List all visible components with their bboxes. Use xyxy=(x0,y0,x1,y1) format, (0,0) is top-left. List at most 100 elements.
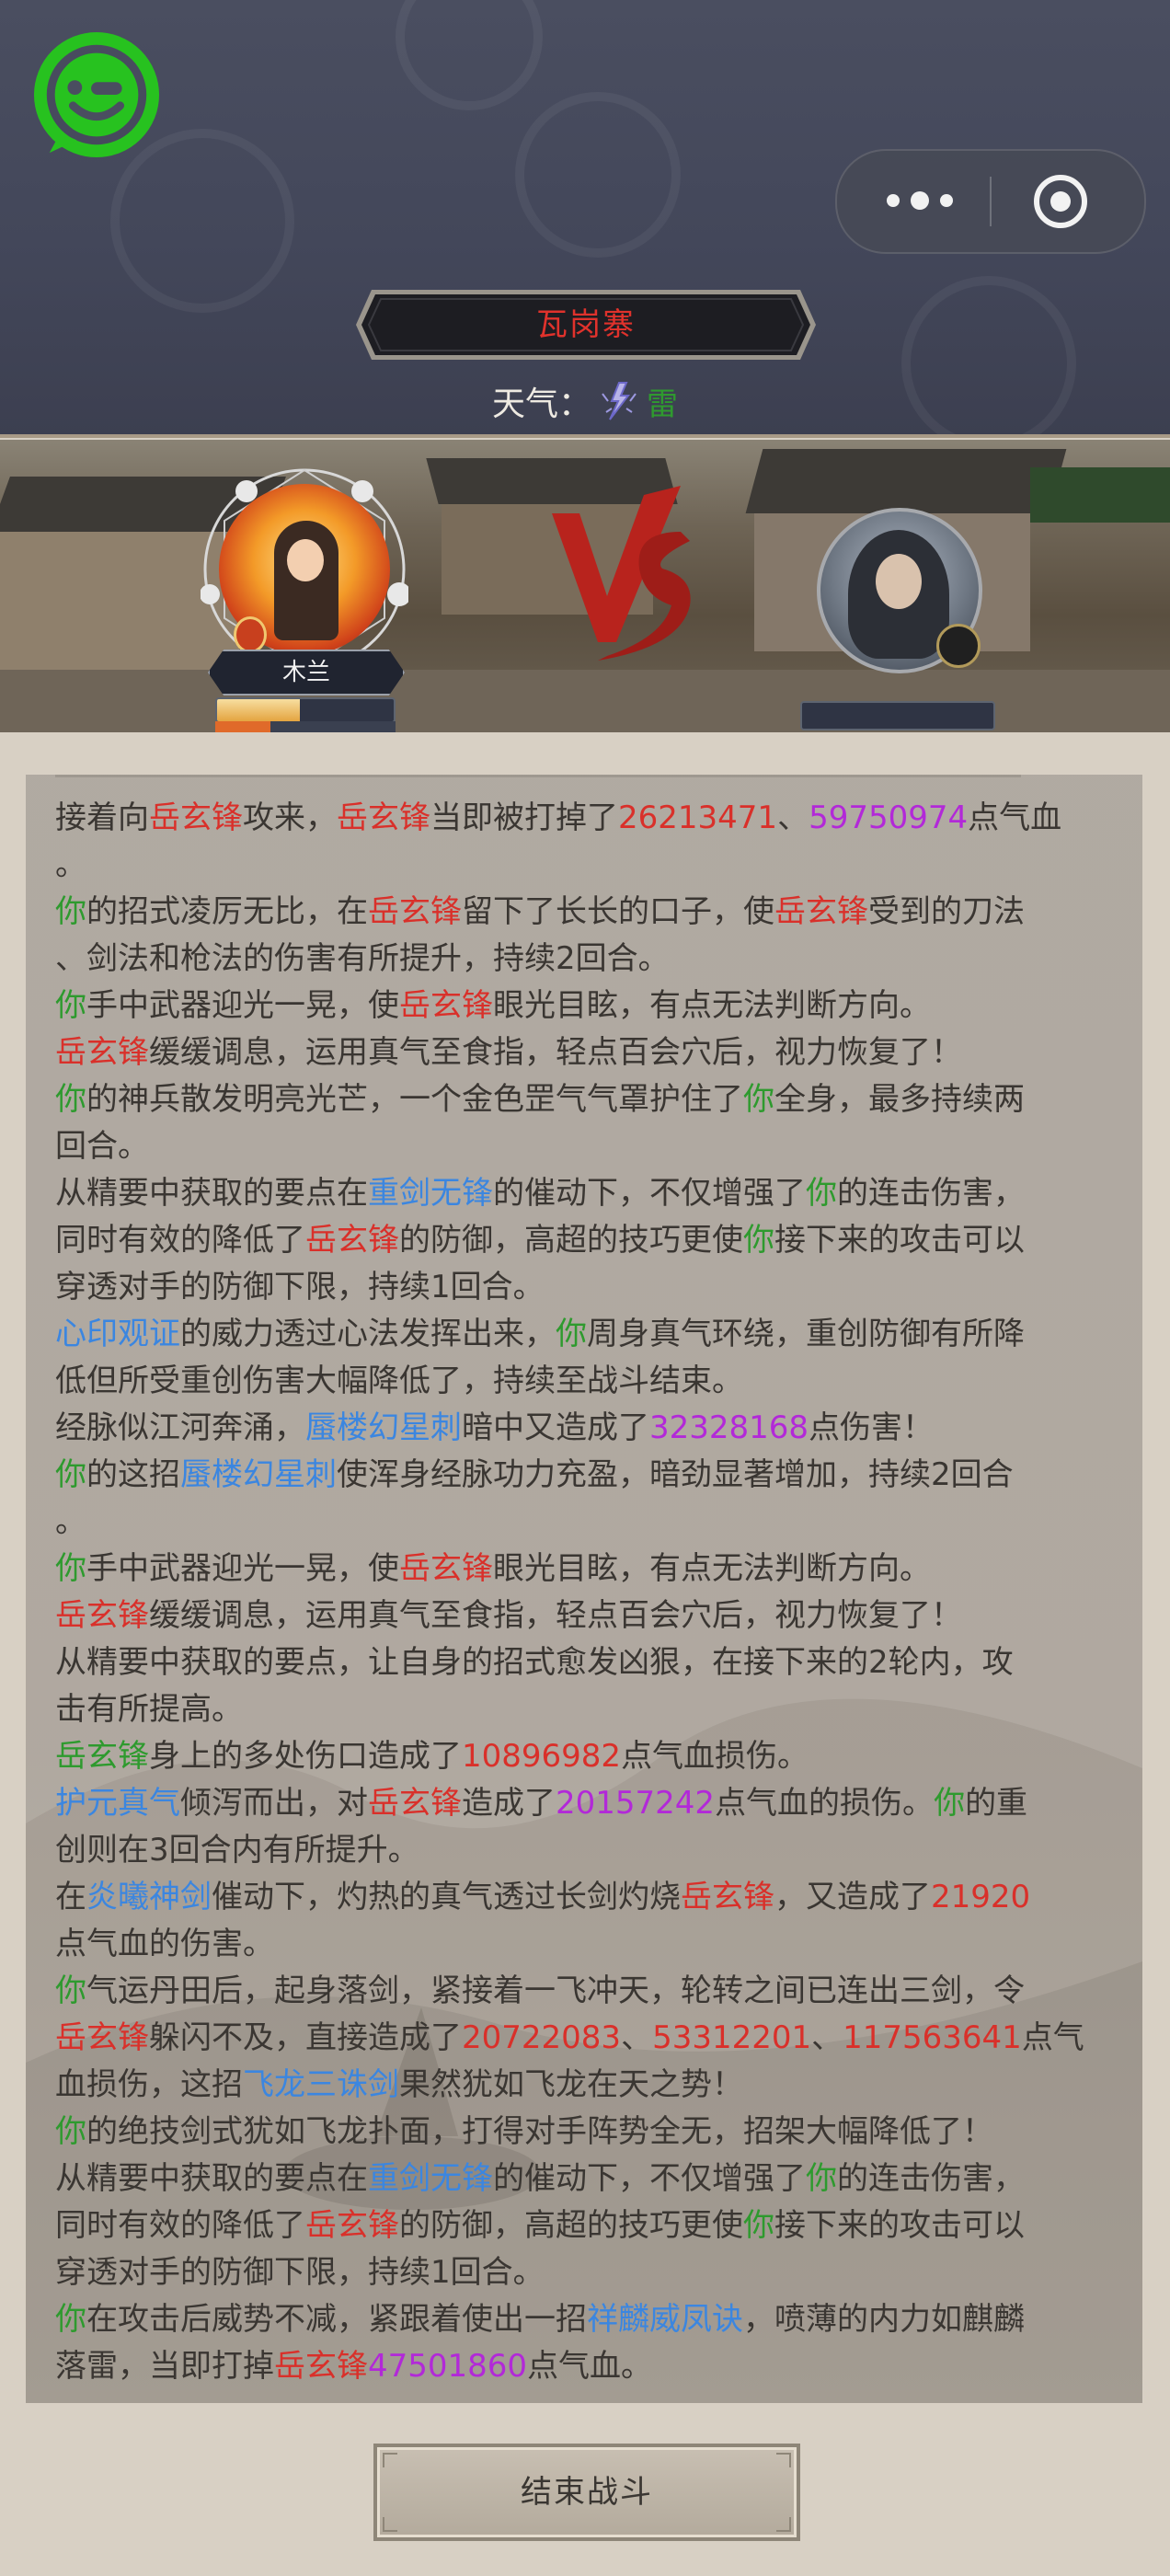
log-segment: 低但所受重创伤害大幅降低了，持续至战斗结束。 xyxy=(55,1363,743,1399)
log-line: 同时有效的降低了岳玄锋的防御，高超的技巧更使你接下来的攻击可以 xyxy=(55,1217,1113,1264)
log-segment: 炎曦神剑 xyxy=(86,1879,212,1915)
log-segment: 重剑无锋 xyxy=(368,2160,493,2197)
log-segment: 的催动下，不仅增强了 xyxy=(493,2160,806,2197)
battle-log-panel[interactable]: 接着向岳玄锋攻来，岳玄锋当即被打掉了26213471、59750974点气血。你… xyxy=(26,775,1142,2403)
cloud-pattern xyxy=(515,92,681,258)
log-segment: 的这招 xyxy=(86,1456,180,1493)
log-line: 岳玄锋身上的多处伤口造成了10896982点气血损伤。 xyxy=(55,1733,1113,1780)
log-segment: 点气血的损伤。 xyxy=(715,1785,935,1822)
log-segment: 从精要中获取的要点在 xyxy=(55,2160,368,2197)
log-line: 你手中武器迎光一晃，使岳玄锋眼光目眩，有点无法判断方向。 xyxy=(55,983,1113,1029)
cloud-pattern xyxy=(396,0,543,110)
weather-value: 雷 xyxy=(647,385,678,423)
target-close-icon[interactable] xyxy=(1030,171,1091,232)
location-name: 瓦岗寨 xyxy=(536,306,636,343)
log-line: 同时有效的降低了岳玄锋的防御，高超的技巧更使你接下来的攻击可以 xyxy=(55,2202,1113,2249)
log-segment: 岳玄锋 xyxy=(368,1785,462,1822)
log-line: 护元真气倾泻而出，对岳玄锋造成了20157242点气血的损伤。你的重 xyxy=(55,1780,1113,1827)
log-line: 在炎曦神剑催动下，灼热的真气透过长剑灼烧岳玄锋，又造成了21920 xyxy=(55,1874,1113,1921)
log-line: 接着向岳玄锋攻来，岳玄锋当即被打掉了26213471、59750974点气血 xyxy=(55,795,1113,842)
log-segment: 的防御，高超的技巧更使 xyxy=(399,2207,743,2244)
more-dots-icon[interactable] xyxy=(874,178,966,224)
log-segment: 在 xyxy=(55,1879,86,1915)
log-segment: 的防御，高超的技巧更使 xyxy=(399,1222,743,1259)
log-segment: 点气血的伤害。 xyxy=(55,1926,274,1962)
log-line: 你的绝技剑式犹如飞龙扑面，打得对手阵势全无，招架大幅降低了！ xyxy=(55,2109,1113,2156)
log-segment: 接下来的攻击可以 xyxy=(774,2207,1025,2244)
log-segment: 从精要中获取的要点，让自身的招式愈发凶狠，在接下来的2轮内，攻 xyxy=(55,1644,1014,1681)
log-segment: 血损伤，这招 xyxy=(55,2066,243,2103)
log-segment: 117563641 xyxy=(843,2019,1022,2056)
end-battle-button[interactable]: 结束战斗 xyxy=(373,2444,800,2541)
header-divider xyxy=(0,434,1170,438)
log-segment: 的招式凌厉无比，在 xyxy=(86,893,368,930)
log-segment: 的连击伤害， xyxy=(837,2160,1025,2197)
log-segment: 造成了 xyxy=(462,1785,556,1822)
enemy-face xyxy=(876,554,922,609)
log-segment: 你 xyxy=(806,2160,837,2197)
log-segment: 眼光目眩，有点无法判断方向。 xyxy=(493,987,931,1024)
log-segment: 、 xyxy=(621,2019,653,2056)
log-segment: 躲闪不及，直接造成了 xyxy=(149,2019,462,2056)
log-segment: 点气血。 xyxy=(527,2348,653,2385)
partial-top-line-fill xyxy=(55,775,1021,777)
log-segment: 岳玄锋 xyxy=(55,1034,149,1071)
log-segment: 。 xyxy=(55,846,86,883)
log-segment: 留下了长长的口子，使 xyxy=(462,893,774,930)
player-name: 木兰 xyxy=(281,659,330,686)
log-line: 岳玄锋缓缓调息，运用真气至食指，轻点百会穴后，视力恢复了！ xyxy=(55,1593,1113,1639)
log-segment: 岳玄锋 xyxy=(399,987,493,1024)
end-battle-label: 结束战斗 xyxy=(521,2474,653,2511)
log-segment: 穿透对手的防御下限，持续1回合。 xyxy=(55,1269,545,1305)
log-line: 你的这招蜃楼幻星刺使浑身经脉功力充盈，暗劲显著增加，持续2回合 xyxy=(55,1452,1113,1499)
log-segment: 你 xyxy=(55,1972,86,2009)
log-segment: 20722083 xyxy=(462,2019,622,2056)
log-segment: 缓缓调息，运用真气至食指，轻点百会穴后，视力恢复了！ xyxy=(149,1034,962,1071)
log-segment: 使浑身经脉功力充盈，暗劲显著增加，持续2回合 xyxy=(337,1456,1014,1493)
log-segment: 眼光目眩，有点无法判断方向。 xyxy=(493,1550,931,1587)
log-line: 落雷，当即打掉岳玄锋47501860点气血。 xyxy=(55,2343,1113,2390)
log-line: 从精要中获取的要点在重剑无锋的催动下，不仅增强了你的连击伤害， xyxy=(55,2156,1113,2202)
scene-roof xyxy=(745,449,1067,513)
log-segment: 岳玄锋 xyxy=(681,1879,774,1915)
log-segment: 全身，最多持续两 xyxy=(774,1081,1025,1118)
log-segment: 果然犹如飞龙在天之势！ xyxy=(399,2066,743,2103)
log-line: 、剑法和枪法的伤害有所提升，持续2回合。 xyxy=(55,936,1113,983)
log-segment: 32328168 xyxy=(649,1409,809,1446)
log-line: 。 xyxy=(55,842,1113,889)
log-segment: 蜃楼幻星刺 xyxy=(305,1409,462,1446)
log-segment: 的催动下，不仅增强了 xyxy=(493,1175,806,1212)
log-segment: 岳玄锋 xyxy=(55,2019,149,2056)
log-segment: 穿透对手的防御下限，持续1回合。 xyxy=(55,2254,545,2291)
top-header: 瓦岗寨 天气： 雷 xyxy=(0,0,1170,438)
log-segment: 同时有效的降低了 xyxy=(55,1222,305,1259)
log-segment: 的绝技剑式犹如飞龙扑面，打得对手阵势全无，招架大幅降低了！ xyxy=(86,2113,993,2150)
log-segment: 岳玄锋 xyxy=(337,799,430,836)
log-line: 。 xyxy=(55,1499,1113,1546)
log-segment: 你 xyxy=(55,1081,86,1118)
log-segment: 岳玄锋 xyxy=(274,2348,368,2385)
log-line: 穿透对手的防御下限，持续1回合。 xyxy=(55,2249,1113,2296)
log-segment: 经脉似江河奔涌， xyxy=(55,1409,305,1446)
log-segment: 点伤害！ xyxy=(809,1409,935,1446)
log-segment: 你 xyxy=(556,1316,587,1352)
log-segment: 缓缓调息，运用真气至食指，轻点百会穴后，视力恢复了！ xyxy=(149,1597,962,1634)
partial-top-line xyxy=(55,775,1113,788)
log-segment: 你 xyxy=(55,1550,86,1587)
log-line: 你的神兵散发明亮光芒，一个金色罡气气罩护住了你全身，最多持续两 xyxy=(55,1076,1113,1123)
log-segment: 你 xyxy=(55,987,86,1024)
log-segment: ，又造成了 xyxy=(774,1879,931,1915)
log-segment: 、 xyxy=(811,2019,843,2056)
mini-program-capsule xyxy=(835,149,1146,254)
log-segment: 击有所提高。 xyxy=(55,1691,243,1728)
log-segment: 10896982 xyxy=(462,1738,622,1775)
log-segment: 岳玄锋 xyxy=(368,893,462,930)
log-segment: 的威力透过心法发挥出来， xyxy=(180,1316,556,1352)
weather-row: 天气： 雷 xyxy=(0,377,1170,432)
log-segment: 护元真气 xyxy=(55,1785,180,1822)
log-segment: 点气 xyxy=(1021,2019,1084,2056)
log-segment: 岳玄锋 xyxy=(55,1597,149,1634)
log-segment: 受到的刀法 xyxy=(868,893,1025,930)
log-segment: 47501860 xyxy=(368,2348,528,2385)
player-hp-bar xyxy=(215,697,396,723)
